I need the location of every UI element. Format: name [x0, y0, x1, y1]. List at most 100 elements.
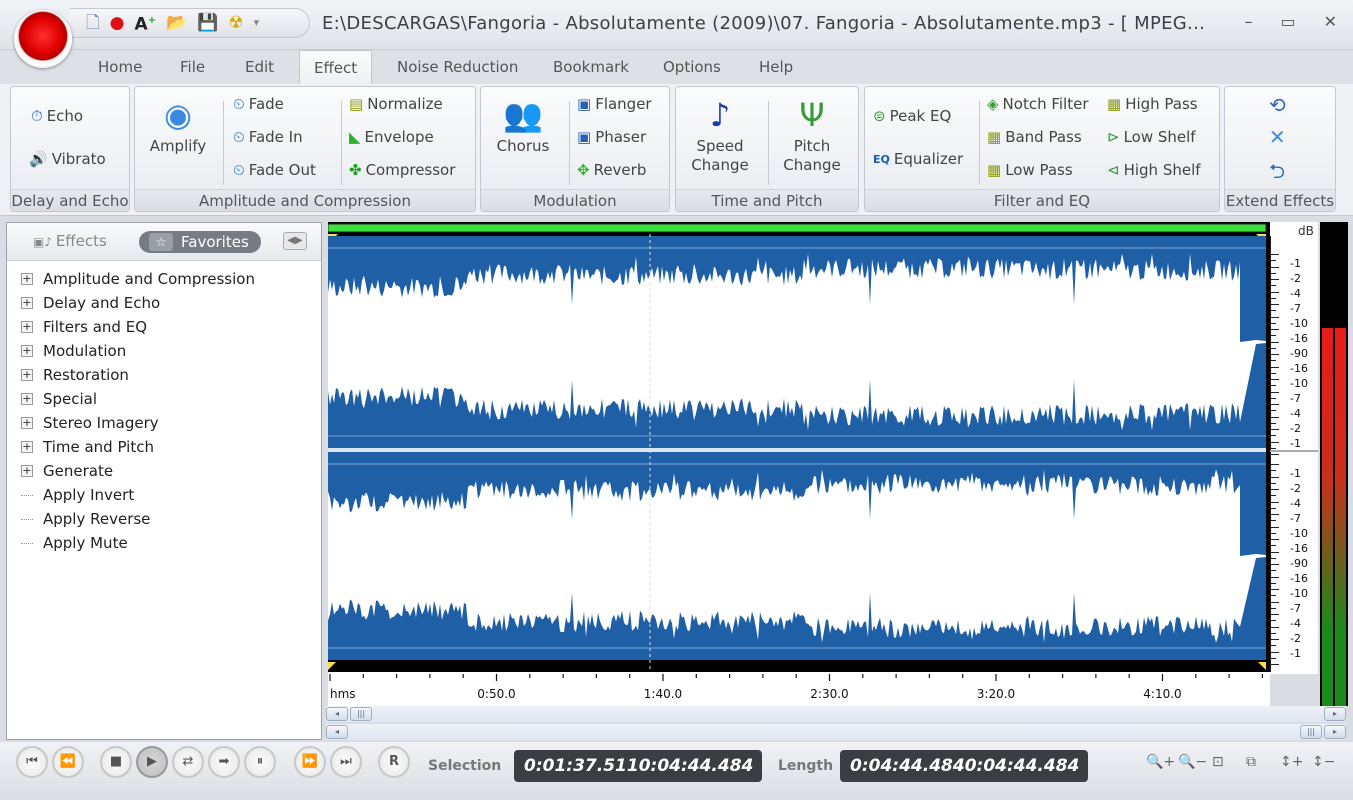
- zoom-all-icon[interactable]: ⧉: [1246, 754, 1256, 770]
- band-pass-button[interactable]: ▦ Band Pass: [987, 128, 1082, 146]
- normalize-button[interactable]: ▤ Normalize: [349, 95, 443, 113]
- low-shelf-button[interactable]: ⊳ Low Shelf: [1107, 128, 1196, 146]
- horizontal-scrollbar-bottom[interactable]: ◂ ||| ▸: [326, 724, 1346, 740]
- tree-item[interactable]: + Stereo Imagery: [21, 411, 255, 435]
- expand-icon[interactable]: +: [21, 273, 33, 285]
- expand-icon[interactable]: +: [21, 297, 33, 309]
- tab-file[interactable]: File: [180, 58, 205, 76]
- go-to-end-button[interactable]: ⏭: [330, 746, 362, 778]
- pitch-change-button[interactable]: Ψ Pitch Change: [774, 93, 850, 175]
- waveform-display[interactable]: [328, 222, 1270, 672]
- scroll-right-button[interactable]: ▸: [1324, 725, 1346, 739]
- compressor-button[interactable]: ✤ Compressor: [349, 161, 455, 179]
- stop-button[interactable]: ■: [100, 746, 132, 778]
- tab-favorites[interactable]: ☆ Favorites: [139, 231, 261, 253]
- expand-icon[interactable]: +: [21, 321, 33, 333]
- notch-filter-button[interactable]: ◈ Notch Filter: [987, 95, 1089, 113]
- zoom-out-vertical-icon[interactable]: ↕−: [1312, 754, 1335, 770]
- tab-edit[interactable]: Edit: [245, 58, 274, 76]
- amplify-button[interactable]: ◉ Amplify: [143, 93, 213, 156]
- open-folder-icon[interactable]: 📂: [166, 13, 187, 33]
- add-text-icon[interactable]: A+: [135, 11, 157, 35]
- maximize-button[interactable]: ▭: [1280, 12, 1295, 31]
- timeline-ruler[interactable]: hms 0:50.0 1:40.0 2:30.0 3:20.0 4:10.0: [328, 672, 1270, 706]
- zoom-out-icon[interactable]: 🔍−: [1178, 754, 1207, 770]
- tree-item[interactable]: Apply Reverse: [21, 507, 255, 531]
- low-pass-button[interactable]: ▦ Low Pass: [987, 161, 1073, 179]
- tree-item[interactable]: + Delay and Echo: [21, 291, 255, 315]
- save-icon[interactable]: 💾: [197, 13, 218, 33]
- minimize-button[interactable]: –: [1244, 12, 1252, 31]
- record-button[interactable]: R: [378, 746, 410, 778]
- tree-item[interactable]: + Time and Pitch: [21, 435, 255, 459]
- tree-item[interactable]: + Amplitude and Compression: [21, 267, 255, 291]
- play-button[interactable]: ▶: [136, 746, 168, 778]
- speed-change-button[interactable]: ♪ Speed Change: [682, 93, 758, 175]
- scroll-thumb[interactable]: |||: [1300, 725, 1322, 739]
- high-pass-button[interactable]: ▦ High Pass: [1107, 95, 1198, 113]
- fade-out-button[interactable]: ⏲ Fade Out: [233, 161, 316, 179]
- expand-icon[interactable]: +: [21, 441, 33, 453]
- fade-in-button[interactable]: ⏲ Fade In: [233, 128, 303, 146]
- envelope-button[interactable]: ◣ Envelope: [349, 128, 434, 146]
- tree-item[interactable]: + Generate: [21, 459, 255, 483]
- zoom-in-vertical-icon[interactable]: ↕+: [1280, 754, 1303, 770]
- scroll-thumb[interactable]: |||: [350, 707, 372, 721]
- close-button[interactable]: ✕: [1324, 12, 1337, 31]
- high-shelf-button[interactable]: ⊲ High Shelf: [1107, 161, 1201, 179]
- horizontal-scrollbar-top[interactable]: ◂ ||| ▸: [326, 706, 1346, 722]
- tab-effect[interactable]: Effect: [299, 50, 373, 84]
- peak-eq-button[interactable]: ⊜ Peak EQ: [873, 107, 951, 125]
- reverb-button[interactable]: ✥ Reverb: [577, 161, 646, 179]
- flanger-button[interactable]: ▣ Flanger: [577, 95, 652, 113]
- extend-effect-3-icon[interactable]: ⮌: [1269, 157, 1285, 191]
- zoom-selection-icon[interactable]: ⊡: [1212, 754, 1224, 770]
- tree-item[interactable]: + Filters and EQ: [21, 315, 255, 339]
- record-icon[interactable]: ●: [110, 13, 125, 33]
- scroll-left-button[interactable]: ◂: [326, 707, 348, 721]
- qat-dropdown-icon[interactable]: ▾: [254, 13, 260, 33]
- go-to-start-button[interactable]: ⏮: [16, 746, 48, 778]
- app-menu-button[interactable]: [14, 10, 72, 68]
- tree-item[interactable]: Apply Mute: [21, 531, 255, 555]
- tab-effects[interactable]: ▣♪ Effects: [33, 232, 107, 250]
- fade-button[interactable]: ⏲ Fade: [233, 95, 284, 113]
- extend-effect-1-icon[interactable]: ⟲: [1269, 93, 1286, 117]
- tree-item[interactable]: + Special: [21, 387, 255, 411]
- fast-forward-button[interactable]: ⏩: [294, 746, 326, 778]
- expand-icon[interactable]: +: [21, 369, 33, 381]
- tree-item[interactable]: + Modulation: [21, 339, 255, 363]
- expand-icon[interactable]: +: [21, 465, 33, 477]
- panel-nav-arrows[interactable]: ◀▶: [283, 232, 307, 250]
- zoom-in-icon[interactable]: 🔍+: [1146, 754, 1175, 770]
- expand-icon[interactable]: +: [21, 393, 33, 405]
- echo-button[interactable]: ⏱ Echo: [31, 107, 83, 125]
- phaser-button[interactable]: ▣ Phaser: [577, 128, 646, 146]
- new-file-icon[interactable]: 🗋: [86, 13, 100, 33]
- rewind-button[interactable]: ⏪: [52, 746, 84, 778]
- tab-bookmark[interactable]: Bookmark: [553, 58, 629, 76]
- effects-panel: ▣♪ Effects ☆ Favorites ◀▶ + Amplitude and …: [6, 222, 322, 740]
- tree-item[interactable]: + Restoration: [21, 363, 255, 387]
- chorus-button[interactable]: 👥 Chorus: [487, 93, 559, 156]
- scroll-left-button[interactable]: ◂: [326, 725, 348, 739]
- db-tick: [1270, 372, 1276, 374]
- play-to-end-button[interactable]: ➡: [208, 746, 240, 778]
- equalizer-button[interactable]: EQ Equalizer: [873, 150, 963, 168]
- loop-button[interactable]: ⇄: [172, 746, 204, 778]
- extend-effect-2-icon[interactable]: ✕: [1269, 125, 1286, 149]
- length-display[interactable]: 0:04:44.484 0:04:44.484: [840, 750, 1088, 782]
- expand-icon[interactable]: +: [21, 345, 33, 357]
- tab-home[interactable]: Home: [98, 58, 142, 76]
- scroll-right-button[interactable]: ▸: [1324, 707, 1346, 721]
- pause-button[interactable]: ⏸: [244, 746, 276, 778]
- db-tick: [1270, 582, 1276, 584]
- tab-help[interactable]: Help: [759, 58, 793, 76]
- tree-item[interactable]: Apply Invert: [21, 483, 255, 507]
- radioactive-icon[interactable]: ☢: [228, 13, 243, 33]
- tab-options[interactable]: Options: [663, 58, 721, 76]
- selection-display[interactable]: 0:01:37.511 0:04:44.484: [514, 750, 762, 782]
- vibrato-button[interactable]: 🔊 Vibrato: [29, 150, 106, 168]
- tab-noise-reduction[interactable]: Noise Reduction: [397, 58, 518, 76]
- expand-icon[interactable]: +: [21, 417, 33, 429]
